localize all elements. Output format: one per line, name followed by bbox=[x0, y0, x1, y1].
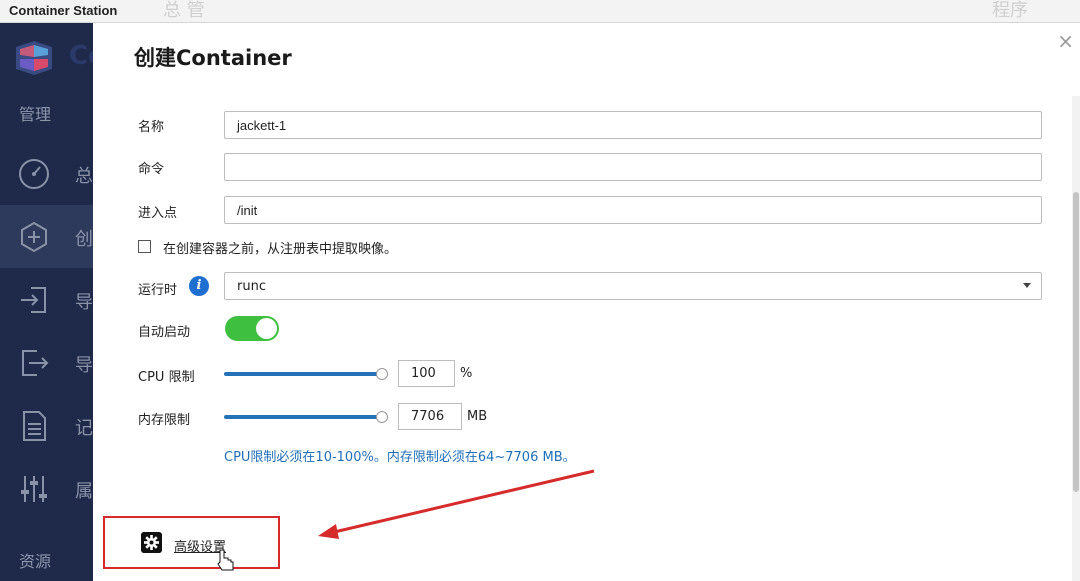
sliders-icon bbox=[21, 476, 47, 502]
slider-handle[interactable] bbox=[376, 411, 388, 423]
sidebar-item-label: 总 bbox=[75, 166, 93, 187]
sidebar-item-properties[interactable]: 属 bbox=[0, 457, 93, 520]
memory-limit-input[interactable]: 7706 bbox=[398, 403, 462, 430]
cpu-unit: % bbox=[460, 366, 473, 381]
chevron-down-icon bbox=[1023, 283, 1031, 288]
export-icon bbox=[22, 350, 49, 376]
sidebar-item-label: 记 bbox=[75, 418, 93, 439]
runtime-label: 运行时 bbox=[138, 283, 178, 298]
create-container-dialog: 创建Container × 名称 jackett-1 命令 进入点 /init … bbox=[93, 23, 1080, 581]
entrypoint-field[interactable]: /init bbox=[224, 196, 1042, 224]
sidebar-item-overview[interactable]: 总 bbox=[0, 142, 93, 205]
sidebar-section-manage: 管理 bbox=[19, 105, 52, 124]
cpu-limit-input[interactable]: 100 bbox=[398, 360, 455, 387]
dashboard-icon bbox=[19, 159, 49, 189]
dialog-title: 创建Container bbox=[134, 46, 292, 70]
sidebar-item-label: 导 bbox=[75, 292, 93, 313]
watermark-text: 什么值得买 bbox=[976, 549, 1057, 568]
sidebar-item-export[interactable]: 导 bbox=[0, 331, 93, 394]
pull-image-label: 在创建容器之前，从注册表中提取映像。 bbox=[163, 242, 398, 257]
toggle-knob bbox=[256, 318, 277, 339]
runtime-selected-value: runc bbox=[237, 279, 266, 294]
memory-limit-slider[interactable] bbox=[224, 411, 388, 423]
autostart-toggle[interactable] bbox=[225, 316, 279, 341]
slider-handle[interactable] bbox=[376, 368, 388, 380]
autostart-label: 自动启动 bbox=[138, 325, 191, 340]
sidebar-item-logs[interactable]: 记 bbox=[0, 394, 93, 457]
highlight-box bbox=[103, 516, 280, 569]
sidebar-item-create[interactable]: 创 bbox=[0, 205, 93, 268]
name-label: 名称 bbox=[138, 120, 165, 135]
plus-hex-icon bbox=[21, 221, 47, 253]
pull-image-checkbox[interactable] bbox=[138, 240, 151, 253]
watermark-logo-icon: 值 bbox=[948, 547, 972, 572]
app-title: Container Station bbox=[9, 3, 118, 18]
sidebar-section-resources: 资源 bbox=[19, 552, 52, 571]
command-field[interactable] bbox=[224, 153, 1042, 181]
watermark: 值什么值得买 bbox=[948, 545, 1056, 572]
slider-track bbox=[224, 415, 388, 419]
name-field[interactable]: jackett-1 bbox=[224, 111, 1042, 139]
cpu-limit-slider[interactable] bbox=[224, 368, 388, 380]
sidebar-item-label: 创 bbox=[75, 229, 93, 250]
scrollbar[interactable] bbox=[1072, 96, 1080, 581]
window-titlebar: Container Station 总 管 程序 bbox=[0, 0, 1080, 23]
info-icon[interactable]: i bbox=[189, 276, 209, 296]
sidebar-item-label: 属 bbox=[75, 481, 93, 502]
close-icon[interactable]: × bbox=[1057, 31, 1074, 51]
entrypoint-label: 进入点 bbox=[138, 206, 178, 221]
memory-unit: MB bbox=[467, 409, 488, 424]
background-tab-apps: 程序 bbox=[992, 0, 1028, 21]
runtime-select[interactable]: runc bbox=[224, 272, 1042, 300]
log-icon bbox=[23, 411, 46, 441]
slider-track bbox=[224, 372, 388, 376]
sidebar-item-import[interactable]: 导 bbox=[0, 268, 93, 331]
container-station-logo bbox=[16, 41, 52, 75]
command-label: 命令 bbox=[138, 162, 165, 177]
sidebar: Co 管理 总 创 导 导 记 属 资源 bbox=[0, 23, 106, 581]
memory-limit-label: 内存限制 bbox=[138, 413, 191, 428]
cpu-limit-label: CPU 限制 bbox=[138, 370, 195, 385]
background-tab-overview: 总 管 bbox=[163, 0, 205, 21]
scrollbar-thumb[interactable] bbox=[1073, 192, 1079, 492]
sidebar-item-label: 导 bbox=[75, 355, 93, 376]
import-icon bbox=[21, 287, 46, 313]
limits-hint: CPU限制必须在10-100%。内存限制必须在64~7706 MB。 bbox=[224, 450, 576, 465]
